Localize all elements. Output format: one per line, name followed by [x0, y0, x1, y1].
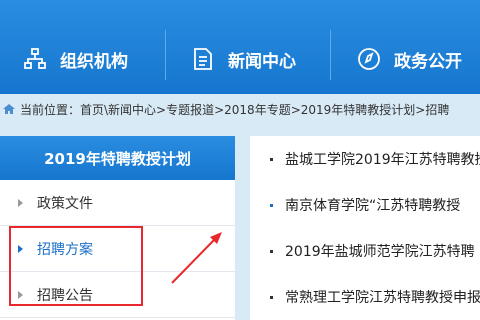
news-title: 常熟理工学院江苏特聘教授申报 — [285, 290, 480, 306]
nav-divider — [165, 30, 166, 80]
nav-item-news[interactable]: 新闻中心 — [190, 24, 296, 94]
nav-item-label: 新闻中心 — [228, 51, 296, 72]
list-item[interactable]: 南京体育学院“江苏特聘教授 — [250, 182, 480, 228]
breadcrumb: 当前位置：首页\新闻中心>专题报道>2018年专题>2019年特聘教授计划>招聘 — [0, 94, 480, 124]
news-list: 盐城工学院2019年江苏特聘教授 南京体育学院“江苏特聘教授 2019年盐城师范… — [250, 136, 480, 320]
list-item[interactable]: 2019年盐城师范学院江苏特聘 — [250, 228, 480, 274]
news-title: 南京体育学院“江苏特聘教授 — [285, 198, 461, 214]
org-chart-icon — [22, 46, 48, 72]
news-title: 盐城工学院2019年江苏特聘教授 — [285, 152, 480, 168]
bullet-icon — [270, 249, 273, 253]
sidebar-item-policy[interactable]: 政策文件 — [0, 180, 235, 226]
list-item[interactable]: 盐城工学院2019年江苏特聘教授 — [250, 136, 480, 182]
list-item[interactable]: 常熟理工学院江苏特聘教授申报 — [250, 274, 480, 320]
sidebar-title: 2019年特聘教授计划 — [0, 136, 235, 180]
top-nav-bar: 组织机构 新闻中心 政务公开 — [0, 0, 480, 94]
bullet-icon — [270, 295, 273, 299]
sidebar-item-label: 政策文件 — [37, 195, 93, 212]
bullet-icon — [270, 203, 273, 207]
annotation-box — [9, 226, 143, 306]
breadcrumb-text: 当前位置：首页\新闻中心>专题报道>2018年专题>2019年特聘教授计划>招聘 — [20, 102, 450, 117]
news-title: 2019年盐城师范学院江苏特聘 — [285, 244, 475, 260]
nav-item-label: 政务公开 — [394, 51, 462, 72]
document-icon — [190, 46, 216, 72]
nav-divider — [330, 30, 331, 80]
home-icon — [2, 103, 16, 115]
triangle-right-icon — [18, 198, 23, 207]
nav-item-org[interactable]: 组织机构 — [22, 24, 128, 94]
nav-item-gov[interactable]: 政务公开 — [356, 24, 462, 94]
compass-icon — [356, 46, 382, 72]
nav-item-label: 组织机构 — [60, 51, 128, 72]
bullet-icon — [270, 157, 273, 161]
